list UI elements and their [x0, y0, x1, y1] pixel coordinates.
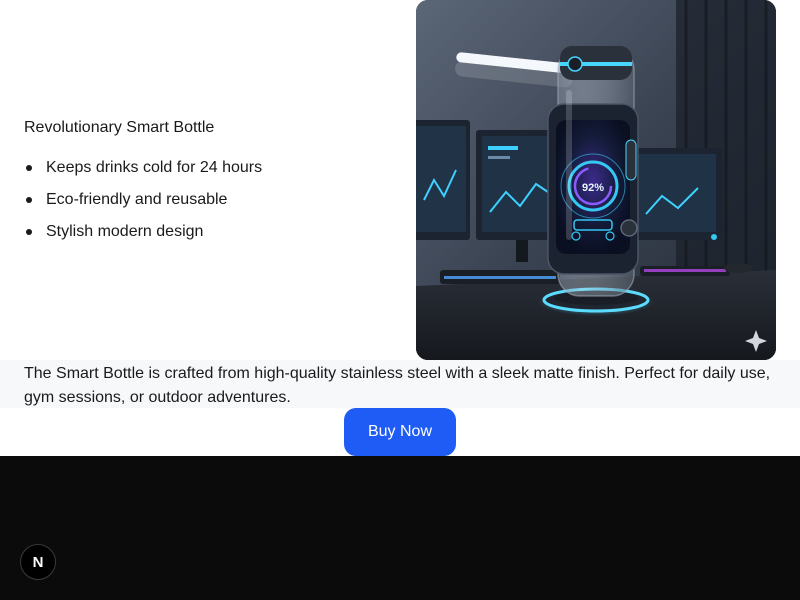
badge-letter: N	[32, 553, 44, 571]
feature-list: Keeps drinks cold for 24 hours Eco-frien…	[24, 158, 404, 242]
feature-item: Keeps drinks cold for 24 hours	[24, 158, 404, 178]
page-footer	[0, 456, 800, 600]
hero-section: Revolutionary Smart Bottle Keeps drinks …	[0, 0, 800, 360]
feature-item: Eco-friendly and reusable	[24, 190, 404, 210]
smart-bottle-illustration: 92%	[416, 0, 776, 360]
bottle-display-reading: 92%	[582, 182, 604, 194]
description-band: The Smart Bottle is crafted from high-qu…	[0, 360, 800, 408]
buy-now-button[interactable]: Buy Now	[344, 408, 456, 456]
product-image: 92%	[416, 0, 776, 360]
hero-text: Revolutionary Smart Bottle Keeps drinks …	[24, 118, 404, 254]
feature-item: Stylish modern design	[24, 222, 404, 242]
n-logo-icon[interactable]: N	[20, 544, 56, 580]
monitor-left	[416, 120, 470, 240]
product-description: The Smart Bottle is crafted from high-qu…	[24, 365, 771, 406]
product-title: Revolutionary Smart Bottle	[24, 119, 215, 136]
monitor-right	[632, 148, 722, 240]
